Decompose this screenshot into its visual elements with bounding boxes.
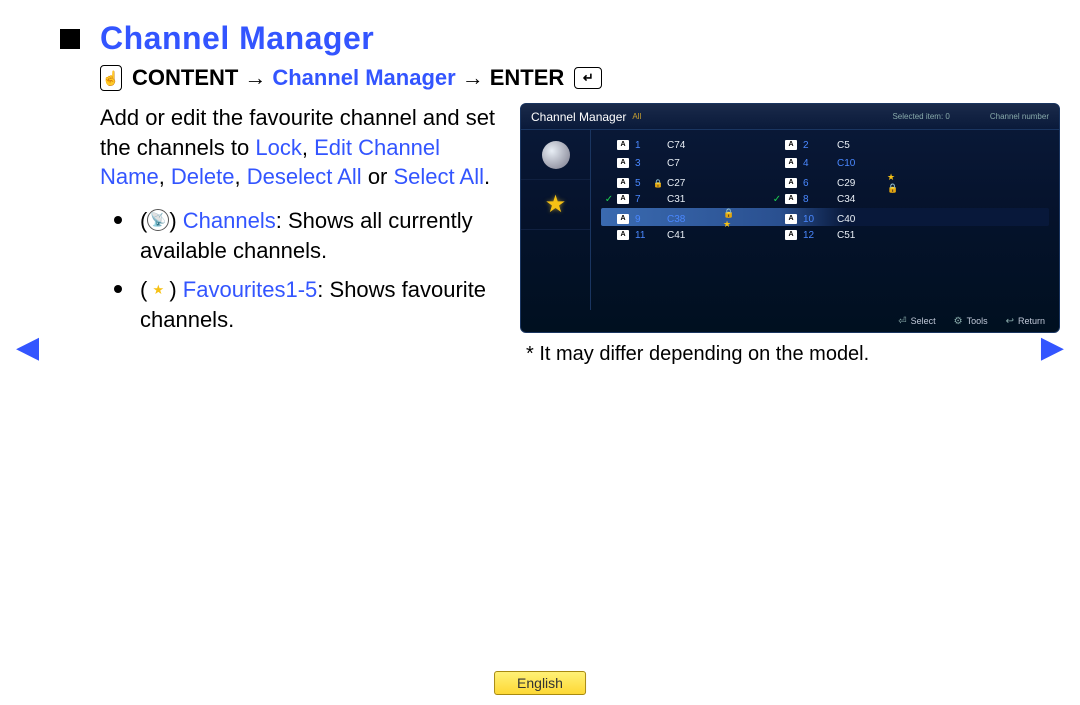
breadcrumb-content: CONTENT [132,65,238,91]
star-icon: ★ [545,190,567,219]
model-note: * It may differ depending on the model. [526,343,1060,366]
return-icon: ↩ [1006,316,1014,327]
channel-name: C10 [837,158,887,169]
channel-name: C74 [667,140,723,151]
lock-icon: 🔒 [653,179,667,188]
a-badge: A [785,214,797,224]
channel-num: 3 [631,158,653,169]
channel-name: C40 [837,214,887,225]
channel-name: C27 [667,178,723,189]
a-badge: A [785,140,797,150]
a-badge: A [785,158,797,168]
footer-tools[interactable]: ⚙Tools [954,316,988,327]
a-badge: A [617,178,629,188]
channel-num: 6 [799,178,823,189]
description: Add or edit the favourite channel and se… [100,103,500,192]
sidebar-favourites[interactable]: ★ [521,180,590,230]
row-star-icon: 🔒★ [723,208,739,230]
select-icon: ⏎ [898,316,906,327]
a-badge: A [785,178,797,188]
channel-num: 2 [799,140,823,151]
a-badge: A [785,194,797,204]
channel-num: 5 [631,178,653,189]
channel-num: 8 [799,194,823,205]
dish-small-icon: 📡 [147,209,169,231]
channel-num: 9 [631,214,653,225]
a-badge: A [617,140,629,150]
dish-icon [542,141,570,169]
channel-name: C29 [837,178,887,189]
bullet-channels: (📡) Channels: Shows all currently availa… [100,206,500,265]
channel-row[interactable]: A1C74A2C5 [601,136,1049,154]
check-icon: ✓ [769,194,785,205]
bullet-favourites: (★) Favourites1-5: Shows favourite chann… [100,275,500,334]
channel-name: C31 [667,194,723,205]
channel-grid: A1C74A2C5A3C7A4C10A5🔒C27A6C29★🔒✓A7C31✓A8… [591,130,1059,310]
breadcrumb-mid: Channel Manager [272,65,455,91]
nav-prev[interactable]: ◀ [16,330,39,365]
channel-num: 4 [799,158,823,169]
channel-name: C41 [667,230,723,241]
a-badge: A [617,214,629,224]
section-bullet [60,29,80,49]
row-star-icon: ★🔒 [887,172,903,194]
a-badge: A [617,194,629,204]
enter-icon: ↵ [574,67,602,89]
channel-number-label: Channel number [990,112,1049,121]
breadcrumb: ☝ CONTENT → Channel Manager → ENTER ↵ [100,65,1020,91]
a-badge: A [617,230,629,240]
channel-row[interactable]: A5🔒C27A6C29★🔒 [601,172,1049,190]
channel-num: 12 [799,230,823,241]
sidebar-channels[interactable] [521,130,590,180]
channel-manager-widget: Channel Manager All Selected item: 0 Cha… [520,103,1060,333]
channel-name: C7 [667,158,723,169]
channel-row[interactable]: A9C38🔒★A10C40 [601,208,1049,226]
channel-name: C34 [837,194,887,205]
a-badge: A [785,230,797,240]
nav-next[interactable]: ▶ [1041,330,1064,365]
a-badge: A [617,158,629,168]
page-title: Channel Manager [100,20,374,57]
language-badge: English [494,671,586,695]
hand-icon: ☝ [100,65,122,91]
tools-icon: ⚙ [954,316,963,327]
channel-num: 10 [799,214,823,225]
footer-select[interactable]: ⏎Select [898,316,935,327]
channel-row[interactable]: ✓A7C31✓A8C34 [601,190,1049,208]
channel-row[interactable]: A3C7A4C10 [601,154,1049,172]
tv-sidebar: ★ [521,130,591,310]
channel-num: 7 [631,194,653,205]
channel-num: 1 [631,140,653,151]
channel-name: C38 [667,214,723,225]
star-small-icon: ★ [147,279,169,301]
selected-count: Selected item: 0 [892,112,949,121]
tv-footer: ⏎Select ⚙Tools ↩Return [521,310,1059,332]
channel-name: C5 [837,140,887,151]
footer-return[interactable]: ↩Return [1006,316,1045,327]
channel-row[interactable]: A11C41A12C51 [601,226,1049,244]
breadcrumb-enter: ENTER [490,65,565,91]
channel-num: 11 [631,230,653,241]
channel-name: C51 [837,230,887,241]
check-icon: ✓ [601,194,617,205]
tv-header: Channel Manager All Selected item: 0 Cha… [521,104,1059,130]
